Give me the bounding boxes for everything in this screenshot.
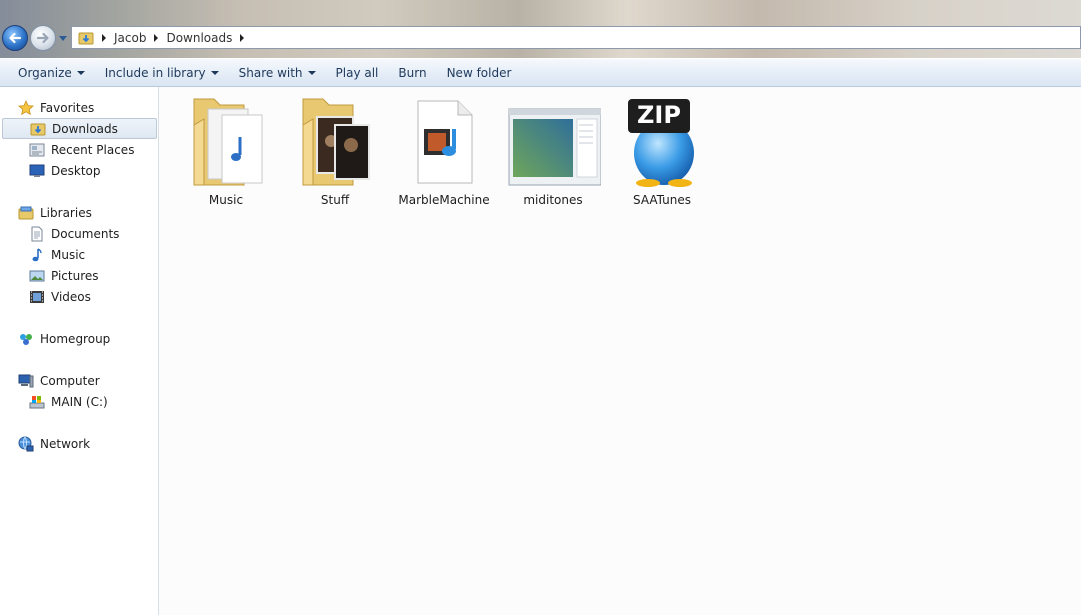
chevron-down-icon: [59, 36, 67, 41]
nav-music[interactable]: Music: [29, 244, 85, 265]
breadcrumb-downloads[interactable]: Downloads: [166, 31, 232, 45]
nav-documents-label: Documents: [51, 226, 120, 241]
nav-desktop[interactable]: Desktop: [29, 160, 101, 181]
file-name: Music: [208, 193, 244, 207]
command-bar: Organize Include in library Share with P…: [0, 58, 1081, 87]
forward-button[interactable]: [30, 25, 56, 51]
picture-folder-icon: [287, 95, 383, 189]
file-list: Music Stuff MarbleMachine miditones ZIP …: [160, 87, 1081, 615]
file-item-music[interactable]: Music: [171, 95, 281, 210]
window-app-icon: [505, 95, 602, 189]
address-bar[interactable]: Jacob Downloads: [71, 26, 1081, 49]
breadcrumb-separator[interactable]: [154, 33, 159, 42]
breadcrumb-jacob[interactable]: Jacob: [114, 31, 146, 45]
nav-downloads[interactable]: Downloads: [2, 118, 157, 139]
nav-recent-places[interactable]: Recent Places: [29, 139, 134, 160]
title-bar: Jacob Downloads: [0, 0, 1081, 58]
share-with-button[interactable]: Share with: [229, 58, 326, 87]
nav-pictures-label: Pictures: [51, 268, 99, 283]
recent-pages-dropdown[interactable]: [58, 32, 68, 46]
nav-main-drive-label: MAIN (C:): [51, 394, 108, 409]
nav-computer-label: Computer: [40, 373, 100, 388]
include-in-library-label: Include in library: [104, 65, 206, 80]
star-icon: [18, 99, 34, 115]
play-all-label: Play all: [335, 65, 379, 80]
arrow-right-icon: [36, 32, 49, 44]
nav-music-label: Music: [51, 247, 86, 262]
burn-button[interactable]: Burn: [388, 58, 436, 87]
back-button[interactable]: [2, 25, 28, 51]
video-file-icon: [396, 95, 492, 189]
zip-archive-icon: ZIP: [614, 95, 710, 189]
desktop-icon: [29, 164, 45, 177]
nav-videos-label: Videos: [51, 289, 91, 304]
music-note-icon: [32, 247, 42, 261]
hard-drive-icon: [29, 395, 45, 408]
pictures-icon: [29, 270, 45, 281]
organize-label: Organize: [18, 65, 72, 80]
navigation-pane: Favorites Downloads Recent Places Deskto…: [0, 87, 159, 615]
new-folder-label: New folder: [446, 65, 512, 80]
breadcrumb-separator[interactable]: [102, 33, 106, 42]
chevron-down-icon: [307, 70, 316, 75]
nav-documents[interactable]: Documents: [29, 223, 119, 244]
videos-icon: [30, 290, 44, 303]
chevron-down-icon: [76, 70, 85, 75]
zip-badge-text: ZIP: [637, 101, 681, 129]
nav-main-drive[interactable]: MAIN (C:): [29, 391, 108, 412]
downloads-folder-icon: [30, 123, 46, 135]
file-name: miditones: [523, 193, 583, 207]
file-item-miditones[interactable]: miditones: [498, 95, 608, 210]
nav-videos[interactable]: Videos: [29, 286, 91, 307]
nav-favorites-label: Favorites: [40, 100, 95, 115]
nav-homegroup-label: Homegroup: [40, 331, 111, 346]
file-item-saatunes[interactable]: ZIP SAATunes: [607, 95, 717, 210]
breadcrumb-separator[interactable]: [240, 33, 245, 42]
nav-computer[interactable]: Computer: [18, 370, 100, 391]
recent-places-icon: [29, 143, 45, 156]
nav-network[interactable]: Network: [18, 433, 90, 454]
file-item-stuff[interactable]: Stuff: [280, 95, 390, 210]
music-folder-icon: [178, 95, 274, 189]
file-name: Stuff: [320, 193, 350, 207]
nav-homegroup[interactable]: Homegroup: [18, 328, 110, 349]
burn-label: Burn: [398, 65, 427, 80]
libraries-icon: [18, 206, 34, 219]
file-name: MarbleMachine: [398, 193, 490, 207]
nav-favorites[interactable]: Favorites: [18, 97, 94, 118]
nav-network-label: Network: [40, 436, 91, 451]
downloads-folder-icon: [78, 32, 94, 44]
nav-libraries[interactable]: Libraries: [18, 202, 92, 223]
arrow-left-icon: [9, 32, 22, 44]
nav-libraries-label: Libraries: [40, 205, 92, 220]
file-item-marblemachine[interactable]: MarbleMachine: [389, 95, 499, 210]
computer-icon: [18, 374, 34, 387]
include-in-library-button[interactable]: Include in library: [95, 58, 229, 87]
nav-pictures[interactable]: Pictures: [29, 265, 99, 286]
homegroup-icon: [20, 333, 32, 345]
documents-icon: [31, 226, 43, 241]
nav-recent-places-label: Recent Places: [51, 142, 135, 157]
chevron-down-icon: [210, 70, 219, 75]
nav-downloads-label: Downloads: [52, 121, 118, 136]
play-all-button[interactable]: Play all: [326, 58, 389, 87]
file-name: SAATunes: [632, 193, 691, 207]
network-icon: [18, 436, 34, 451]
new-folder-button[interactable]: New folder: [437, 58, 522, 87]
share-with-label: Share with: [238, 65, 303, 80]
nav-desktop-label: Desktop: [51, 163, 101, 178]
organize-button[interactable]: Organize: [8, 58, 95, 87]
